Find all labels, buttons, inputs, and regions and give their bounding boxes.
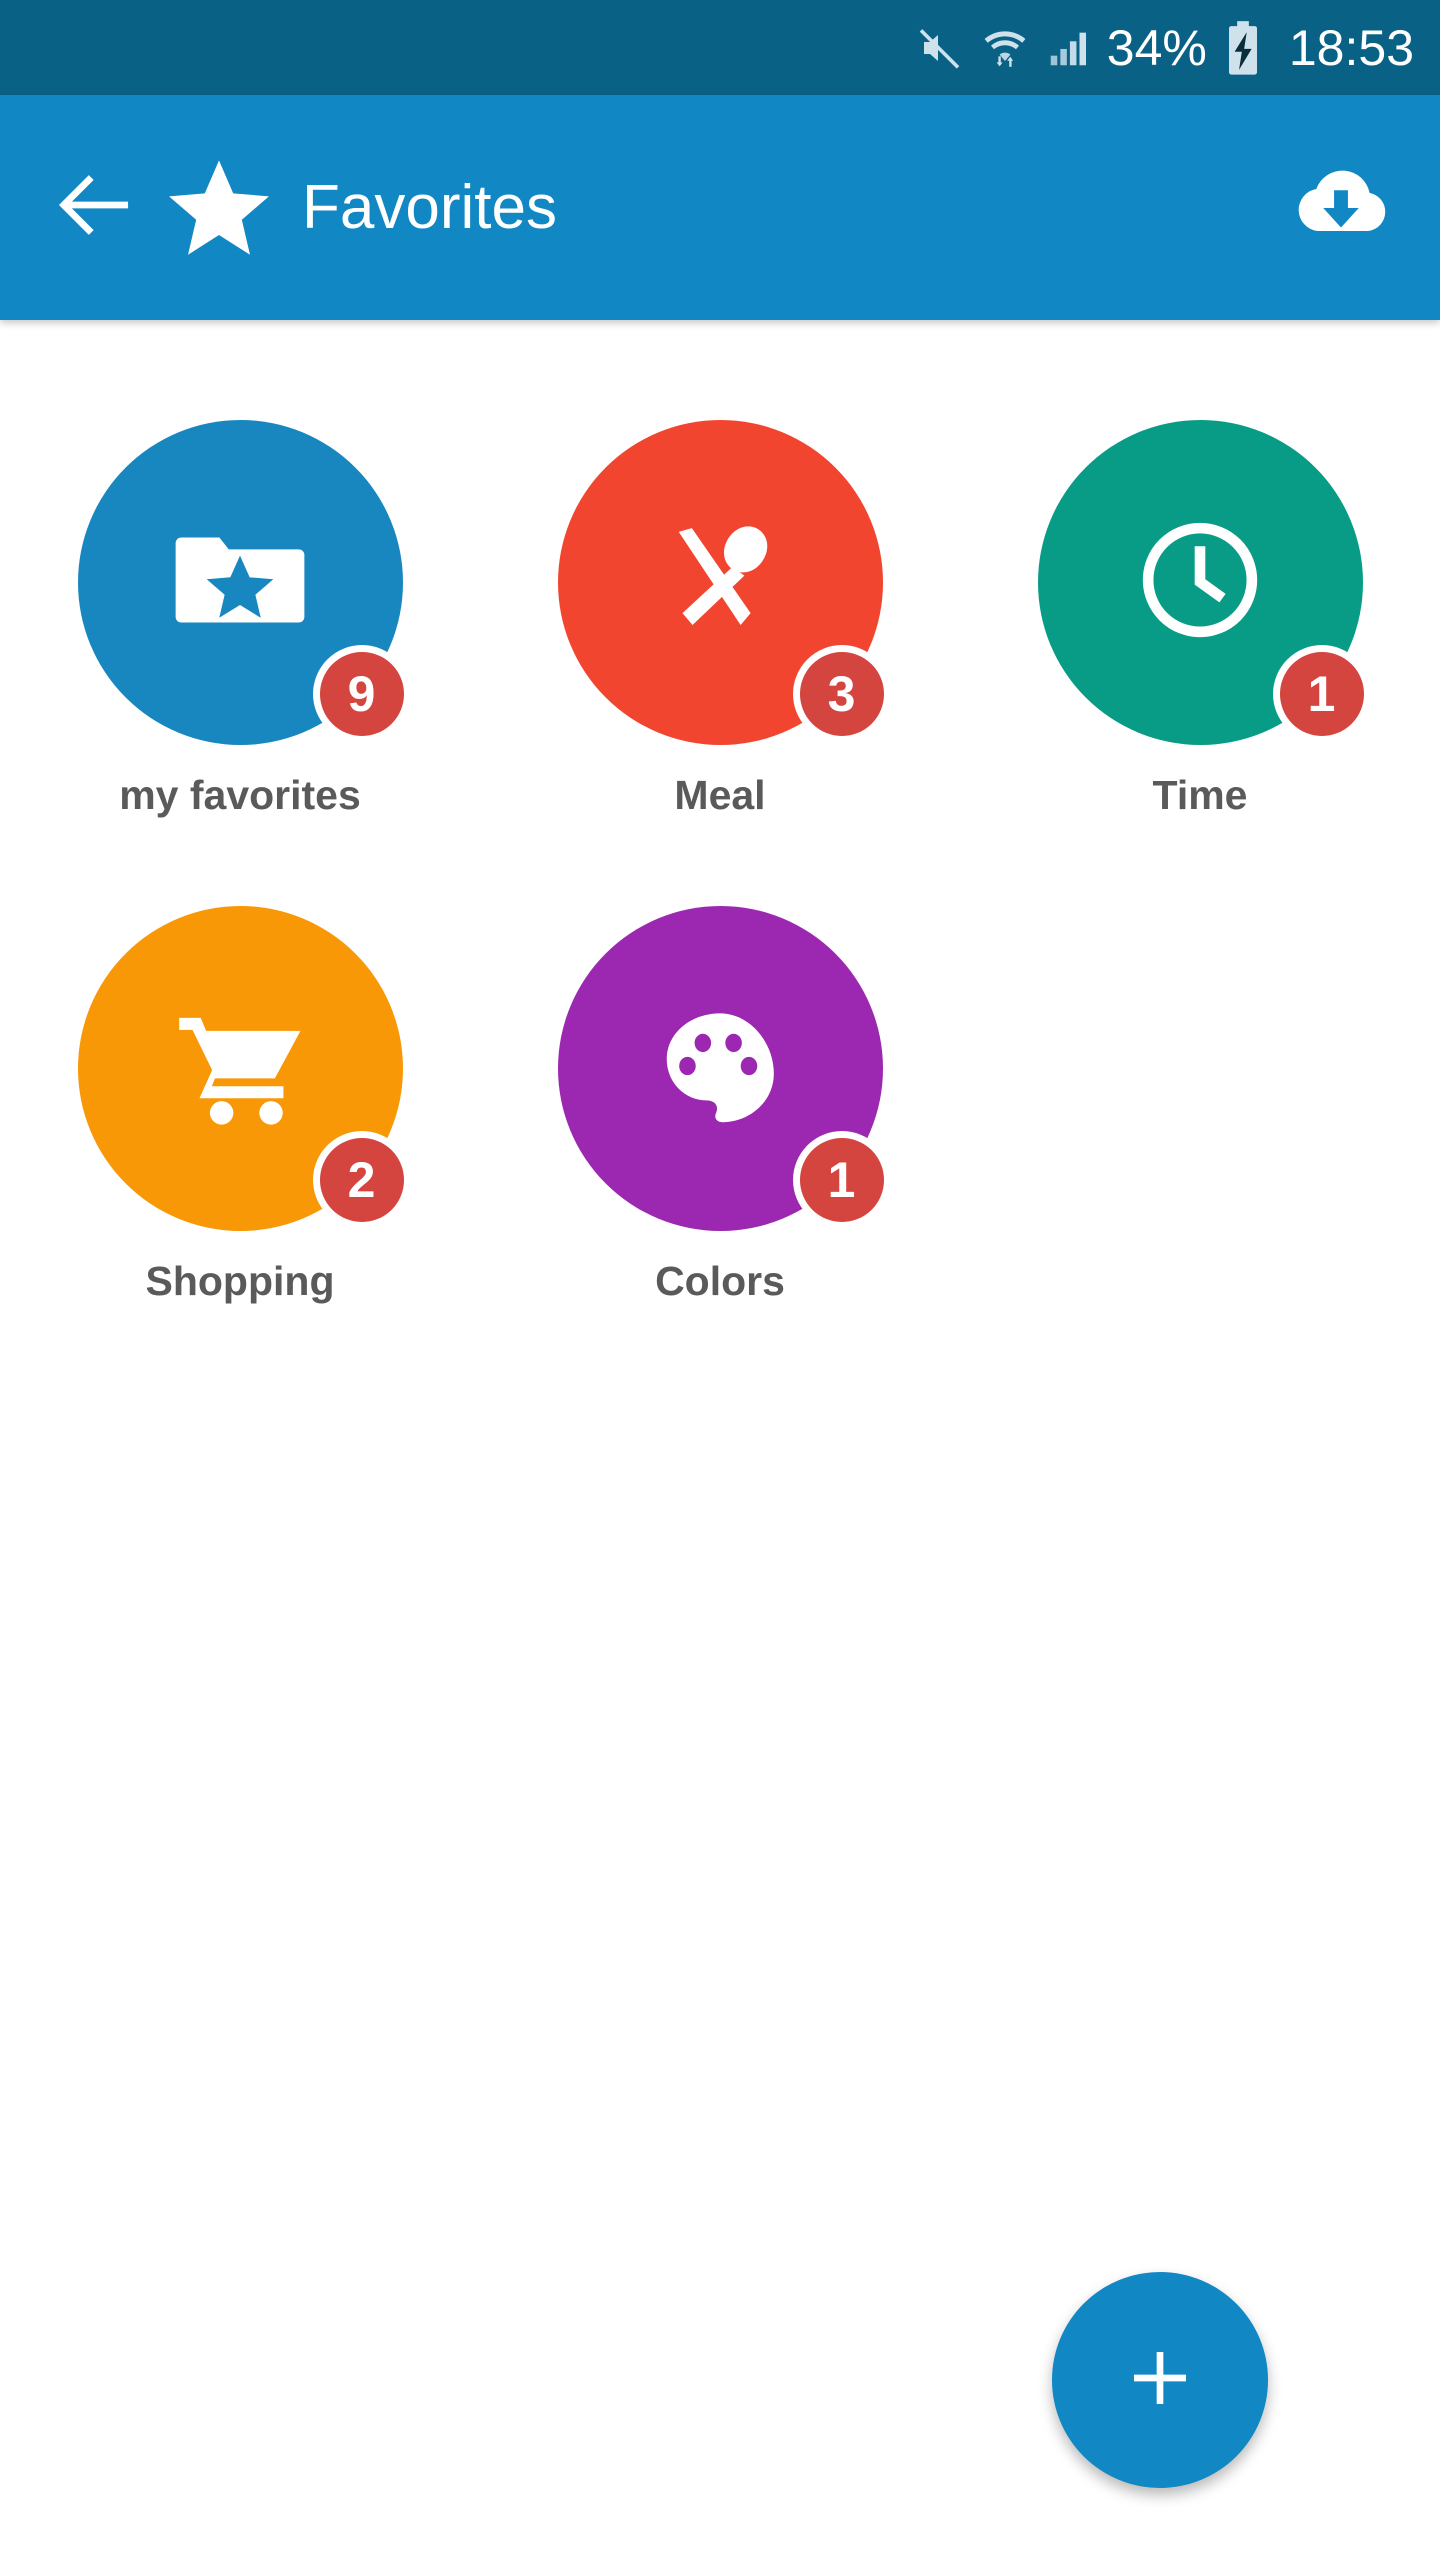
tile-badge: 1	[1272, 645, 1371, 743]
app-bar: Favorites	[0, 95, 1440, 320]
category-tile-colors[interactable]: 1 Colors	[480, 906, 960, 1302]
category-tile-time[interactable]: 1 Time	[960, 420, 1440, 816]
tile-label: Meal	[674, 772, 766, 818]
arrow-left-icon	[53, 162, 139, 253]
tile-badge: 1	[792, 1131, 891, 1229]
category-grid: 9 my favorites 3 Meal 1 Time 2 Shopping …	[0, 320, 1440, 1302]
app-screen: 34% 18:53 Favorites 9 my favorites 3 Mea…	[0, 0, 1440, 2560]
category-tile-my-favorites[interactable]: 9 my favorites	[0, 420, 480, 816]
tile-label: Shopping	[145, 1258, 335, 1304]
star-icon	[164, 153, 274, 263]
status-bar: 34% 18:53	[0, 0, 1440, 95]
battery-charging-icon	[1223, 20, 1263, 76]
tile-circle-wrap: 2	[77, 906, 411, 1231]
clock-icon	[1125, 505, 1275, 660]
tile-badge: 2	[312, 1131, 411, 1229]
cutlery-icon	[645, 505, 795, 660]
shopping-cart-icon	[164, 990, 316, 1147]
cellular-signal-icon	[1045, 25, 1091, 71]
battery-percent-label: 34%	[1106, 19, 1207, 76]
tile-badge: 3	[792, 645, 891, 743]
cloud-download-icon	[1289, 153, 1393, 262]
back-button[interactable]	[40, 152, 152, 264]
palette-icon	[649, 995, 791, 1142]
category-tile-meal[interactable]: 3 Meal	[480, 420, 960, 816]
page-title: Favorites	[302, 172, 557, 242]
volume-mute-icon	[917, 24, 965, 72]
category-tile-shopping[interactable]: 2 Shopping	[0, 906, 480, 1302]
tile-circle-wrap: 3	[557, 420, 891, 745]
tile-label: Colors	[655, 1258, 785, 1304]
tile-circle-wrap: 1	[557, 906, 891, 1231]
tile-circle-wrap: 9	[77, 420, 411, 745]
add-button[interactable]	[1052, 2272, 1268, 2488]
tile-label: my favorites	[119, 772, 361, 818]
plus-icon	[1120, 2338, 1200, 2423]
folder-star-icon	[165, 505, 315, 660]
wifi-transfer-icon	[981, 24, 1029, 72]
tile-label: Time	[1152, 772, 1248, 818]
cloud-download-button[interactable]	[1286, 153, 1396, 263]
tile-badge: 9	[312, 645, 411, 743]
status-clock: 18:53	[1288, 19, 1414, 76]
content-area: 9 my favorites 3 Meal 1 Time 2 Shopping …	[0, 320, 1440, 2560]
tile-circle-wrap: 1	[1037, 420, 1371, 745]
